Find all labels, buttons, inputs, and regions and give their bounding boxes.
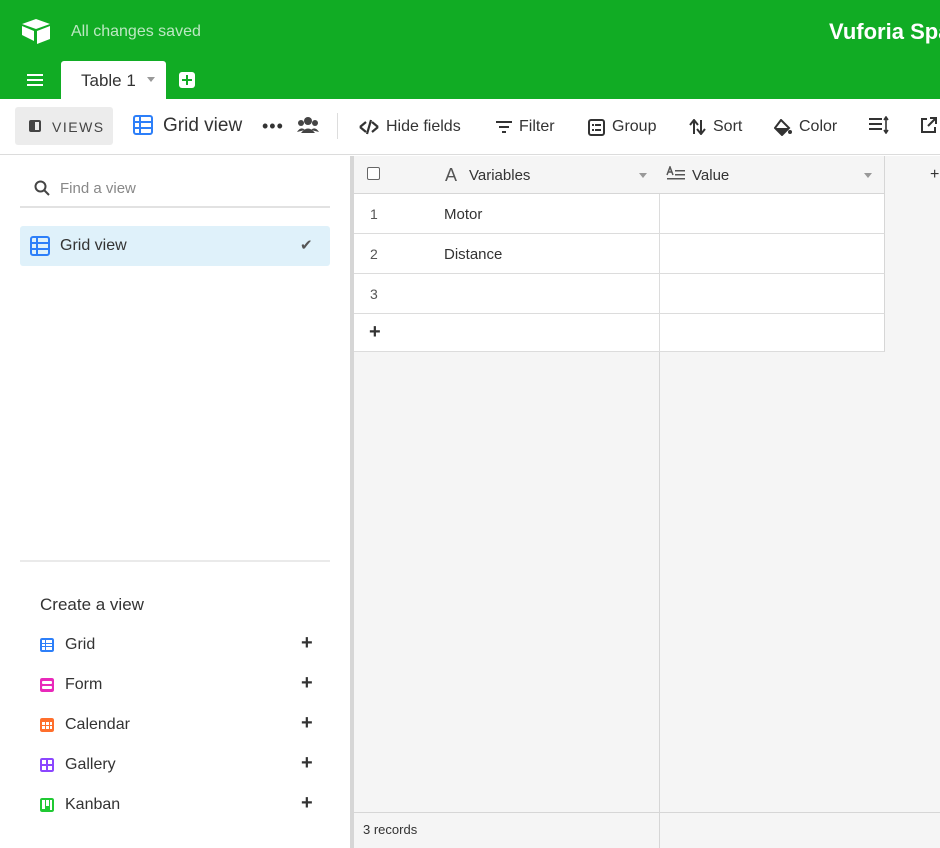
grid-icon [30,236,50,256]
create-item-label: Calendar [65,716,130,733]
cell-divider [659,234,660,274]
tab-table-1[interactable]: Table 1 [61,61,166,99]
plus-icon: + [301,672,313,694]
row-number: 2 [370,246,378,262]
create-item-label: Gallery [65,756,116,773]
text-field-icon: A [445,165,458,185]
table-row[interactable]: 1 Motor [354,194,885,234]
plus-icon: + [301,792,313,814]
grid-icon [133,115,153,135]
cell-variables[interactable]: Motor [444,206,482,223]
filter-label: Filter [519,118,555,135]
kanban-icon [40,798,54,812]
sort-button[interactable]: Sort [689,117,742,137]
long-text-icon [666,166,685,180]
sort-icon [689,119,706,135]
column-header-value[interactable]: Value [692,167,729,184]
base-title[interactable]: Vuforia Spa [829,19,940,45]
column-divider [884,156,885,194]
create-item-label: Form [65,676,103,693]
create-form-view-button[interactable]: Form + [40,672,320,695]
filter-icon [496,121,512,133]
find-view-box [20,168,330,208]
row-number: 1 [370,206,378,222]
views-sidebar: Grid view ✔ Create a view Grid + Form + … [0,156,350,848]
create-view-heading: Create a view [40,595,144,614]
collaborators-icon[interactable] [297,116,319,134]
sidebar-toggle-icon [29,120,41,132]
search-icon [34,180,50,196]
create-calendar-view-button[interactable]: Calendar + [40,712,320,735]
chevron-down-icon[interactable] [147,77,155,82]
toolbar-divider [337,113,338,139]
row-number: 3 [370,286,378,302]
hide-fields-label: Hide fields [386,118,461,135]
divider [20,560,330,562]
color-button[interactable]: Color [774,117,837,137]
group-icon [588,118,605,136]
airtable-logo-icon[interactable] [20,17,52,45]
create-gallery-view-button[interactable]: Gallery + [40,752,320,775]
current-view-name[interactable]: Grid view [163,115,242,137]
views-label: VIEWS [52,119,105,135]
gallery-icon [40,758,54,772]
cell-divider [659,274,660,314]
cell-divider [659,314,660,352]
grid-footer: 3 records [354,812,940,848]
share-view-icon[interactable] [920,116,938,134]
calendar-icon [40,718,54,732]
grid-header: A Variables Value [354,156,885,194]
group-label: Group [612,118,657,135]
group-button[interactable]: Group [588,117,656,137]
cell-variables[interactable]: Distance [444,246,502,263]
hide-fields-button[interactable]: Hide fields [359,117,461,137]
find-view-input[interactable] [60,176,310,200]
table-row[interactable]: 3 [354,274,885,314]
add-field-button[interactable]: + [930,166,939,184]
create-item-label: Kanban [65,796,121,813]
create-kanban-view-button[interactable]: Kanban + [40,792,320,815]
more-options-icon[interactable]: ••• [262,117,284,135]
views-toggle-button[interactable]: VIEWS [15,107,113,145]
grid-icon [40,638,54,652]
table-row[interactable]: 2 Distance [354,234,885,274]
select-all-checkbox[interactable] [367,167,380,180]
view-toolbar: VIEWS Grid view ••• Hide fields Filter G… [0,99,940,155]
create-grid-view-button[interactable]: Grid + [40,632,320,655]
hamburger-menu-icon[interactable] [25,71,45,89]
grid-area: A Variables Value + 1 Motor 2 Distance 3… [354,156,940,848]
checkmark-icon: ✔ [300,237,313,254]
plus-icon: + [301,712,313,734]
sidebar-item-grid-view[interactable]: Grid view ✔ [20,226,330,266]
filter-button[interactable]: Filter [496,117,555,137]
tab-label: Table 1 [81,71,136,90]
plus-icon: + [301,752,313,774]
sidebar-item-label: Grid view [60,237,127,254]
sort-label: Sort [713,118,743,135]
plus-icon: + [369,321,381,343]
column-header-variables[interactable]: Variables [469,167,530,184]
color-label: Color [799,118,838,135]
cell-divider [659,194,660,234]
paint-bucket-icon [774,118,792,136]
add-table-button[interactable] [179,72,195,88]
eye-slash-icon [359,119,379,135]
create-item-label: Grid [65,636,96,653]
chevron-down-icon[interactable] [639,173,647,178]
top-bar: All changes saved Vuforia Spa Table 1 [0,0,940,99]
add-record-row[interactable]: + [354,314,885,352]
save-status: All changes saved [71,23,201,40]
column-divider [659,813,660,848]
chevron-down-icon[interactable] [864,173,872,178]
form-icon [40,678,54,692]
record-count: 3 records [363,822,418,837]
row-height-icon[interactable] [869,116,889,134]
plus-icon: + [301,632,313,654]
